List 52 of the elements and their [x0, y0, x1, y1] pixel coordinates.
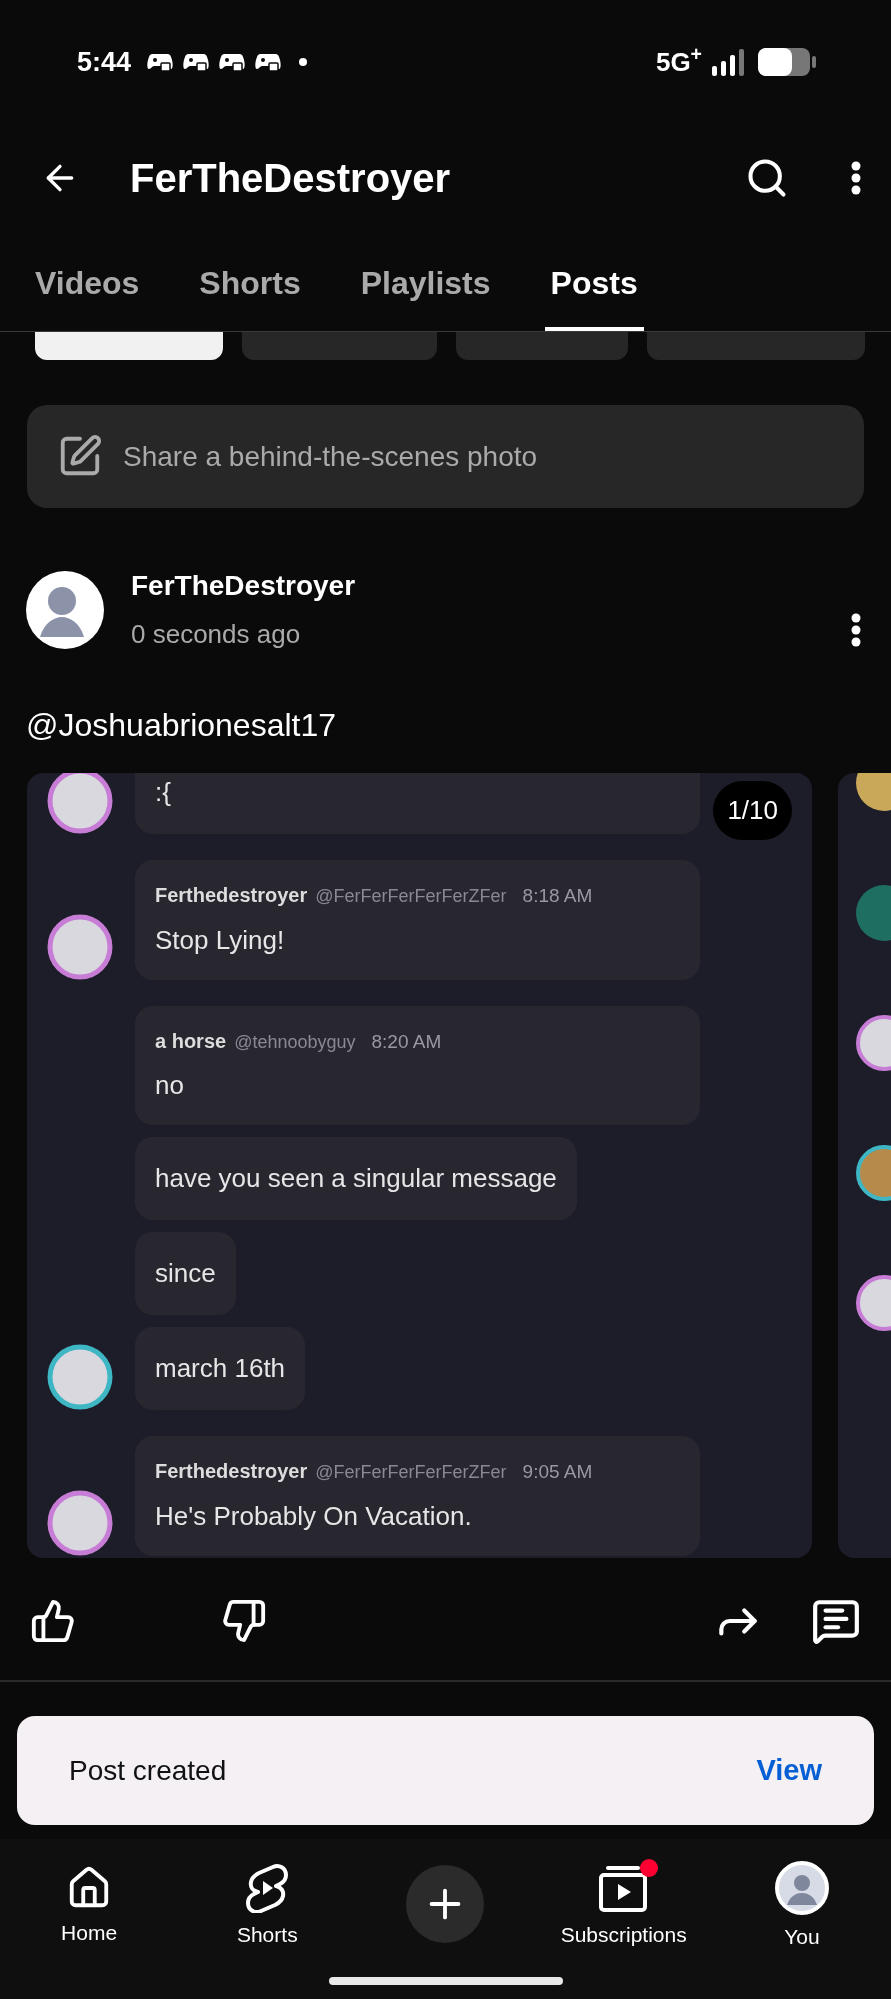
dislike-button[interactable] [221, 1598, 267, 1644]
nav-item[interactable]: Shorts [178, 1857, 357, 1951]
nav-item[interactable]: You [712, 1855, 891, 1953]
post-options-button[interactable] [851, 612, 861, 647]
controller-icon [183, 51, 210, 73]
message-text: Stop Lying! [155, 923, 286, 957]
message-author: Ferthedestroyer [155, 1459, 308, 1484]
post-time: 0 seconds ago [131, 618, 302, 651]
shorts-icon [245, 1863, 290, 1914]
dot-icon [299, 58, 308, 66]
message-handle: @tehnoobyguy [234, 1030, 356, 1054]
view-link[interactable]: View [756, 1748, 822, 1793]
controller-icon [255, 51, 282, 73]
message-text: :{ [155, 776, 172, 809]
controller-icon [147, 51, 174, 73]
battery-icon [758, 48, 816, 76]
message-author: a horse [155, 1028, 227, 1054]
nav-item[interactable]: Subscriptions [534, 1857, 713, 1951]
message-time: 8:18 AM [522, 884, 593, 908]
clock-time: 5:44 [77, 45, 132, 79]
channel-tab[interactable]: Videos [29, 259, 146, 331]
message-text: no [155, 1069, 185, 1102]
more-icon [851, 161, 861, 195]
channel-tab[interactable]: Shorts [193, 259, 307, 331]
subscriptions-icon [597, 1863, 650, 1914]
message-text: march 16th [155, 1352, 286, 1385]
message-handle: @FerFerFerFerFerZFer [315, 1461, 507, 1484]
network-label: 5G$^{+}$ [655, 42, 702, 79]
chat-screenshot[interactable] [27, 773, 812, 1558]
channel-tab[interactable]: Playlists [354, 259, 497, 331]
image-counter: 1/10 [713, 781, 792, 840]
message-text: since [155, 1257, 216, 1290]
message-handle: @FerFerFerFerFerZFer [315, 885, 507, 908]
author-name[interactable]: FerTheDestroyer [131, 565, 851, 607]
post-composer-field[interactable]: Share a behind-the-scenes photo [27, 405, 864, 508]
more-icon [851, 612, 861, 647]
message-text: He's Probably On Vacation. [155, 1499, 473, 1533]
message-text: have you seen a singular message [155, 1162, 557, 1195]
author-avatar[interactable] [26, 570, 104, 649]
like-button[interactable] [30, 1598, 76, 1644]
message-time: 9:05 AM [522, 1460, 593, 1484]
profile-avatar [774, 1861, 829, 1916]
message-author: Ferthedestroyer [155, 883, 308, 908]
message-time: 8:20 AM [371, 1029, 442, 1054]
thumbs-up-icon [30, 1598, 76, 1644]
snackbar-message: Post created [69, 1753, 227, 1788]
post-text: @Joshuabrionesalt17 [25, 706, 337, 745]
search-icon [745, 156, 789, 200]
nav-item[interactable]: Home [0, 1859, 179, 1949]
controller-icon [219, 51, 246, 73]
channel-title: FerTheDestroyer [130, 155, 452, 202]
thumbs-down-icon [221, 1598, 267, 1644]
